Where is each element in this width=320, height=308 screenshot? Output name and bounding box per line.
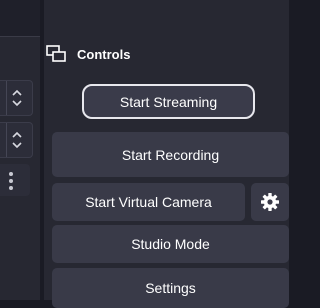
start-recording-button[interactable]: Start Recording	[52, 132, 289, 177]
chevron-up-down-icon[interactable]	[11, 86, 23, 110]
left-dock-panel	[0, 0, 40, 300]
gear-icon	[260, 192, 280, 212]
controls-title: Controls	[77, 47, 131, 62]
studio-mode-button[interactable]: Studio Mode	[52, 225, 289, 263]
spin-box-1[interactable]	[0, 80, 33, 116]
controls-dock: Controls Start Streaming Start Recording…	[44, 0, 289, 308]
vertical-dots-icon[interactable]	[9, 172, 13, 193]
left-dock-header	[0, 0, 40, 36]
virtual-camera-settings-button[interactable]	[251, 183, 289, 221]
spin-box-2[interactable]	[0, 122, 33, 158]
left-dock-divider	[0, 36, 40, 37]
chevron-up-down-icon[interactable]	[11, 128, 23, 152]
spin-box-divider	[6, 81, 7, 115]
settings-button[interactable]: Settings	[52, 268, 289, 308]
start-virtual-camera-button[interactable]: Start Virtual Camera	[52, 183, 245, 221]
spin-box-divider	[6, 123, 7, 157]
start-streaming-button[interactable]: Start Streaming	[82, 84, 255, 119]
dock-windows-icon	[46, 45, 68, 65]
controls-dock-header: Controls	[44, 37, 289, 73]
menu-handle[interactable]	[0, 164, 30, 196]
